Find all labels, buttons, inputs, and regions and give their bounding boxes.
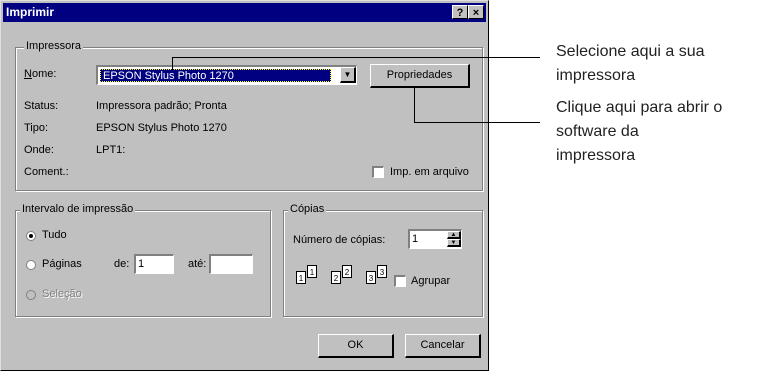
callout-text: impressora [556, 67, 636, 84]
callout-select-printer: Selecione aqui a sua impressora [556, 40, 705, 88]
copies-legend: Cópias [288, 203, 327, 215]
comment-label: Coment.: [24, 166, 69, 178]
printer-name-value: EPSON Stylus Photo 1270 [100, 69, 331, 82]
title-bar: Imprimir ? × [3, 3, 486, 22]
cancel-button[interactable]: Cancelar [405, 334, 481, 358]
radio-all-label[interactable]: Tudo [42, 229, 67, 241]
callout-text: software da [556, 123, 639, 140]
help-button[interactable]: ? [452, 5, 468, 19]
page-icon: 3 [366, 271, 376, 284]
status-label: Status: [24, 100, 59, 112]
spin-up-icon[interactable]: ▲ [447, 231, 461, 239]
printer-name-select[interactable]: EPSON Stylus Photo 1270 ▼ [96, 65, 357, 85]
callout-text: Clique aqui para abrir o [556, 99, 723, 116]
page-icon: 2 [331, 271, 341, 284]
from-input[interactable]: 1 [134, 254, 174, 274]
page-icon: 2 [342, 265, 352, 278]
callout-line [172, 57, 173, 71]
to-label: até: [188, 258, 207, 270]
callout-text: impressora [556, 147, 636, 164]
copies-number-input[interactable]: 1 ▲ ▼ [408, 229, 462, 249]
status-value: Impressora padrão; Pronta [96, 100, 227, 112]
print-dialog: Imprimir ? × Impressora Nome: EPSON Styl… [0, 0, 489, 371]
copies-number-value: 1 [412, 233, 419, 245]
radio-selection[interactable] [26, 290, 36, 300]
radio-pages-label[interactable]: Páginas [42, 258, 82, 270]
spin-down-icon[interactable]: ▼ [447, 239, 461, 247]
collate-checkbox[interactable] [394, 275, 406, 287]
print-to-file-label[interactable]: Imp. em arquivo [390, 166, 469, 178]
name-label-rest: ome: [31, 68, 57, 80]
type-label: Tipo: [24, 122, 49, 134]
dialog-title: Imprimir [6, 5, 55, 19]
chevron-down-icon[interactable]: ▼ [340, 67, 356, 83]
collate-label[interactable]: Agrupar [411, 275, 450, 287]
radio-all[interactable] [26, 231, 36, 241]
close-icon[interactable]: × [468, 5, 484, 19]
where-value: LPT1: [96, 144, 126, 156]
print-range-legend: Intervalo de impressão [20, 203, 136, 215]
callout-text: Selecione aqui a sua [556, 43, 705, 60]
printer-group-legend: Impressora [24, 40, 84, 52]
print-to-file-checkbox[interactable] [372, 166, 384, 178]
name-label: Nome: [24, 68, 57, 80]
to-input[interactable] [209, 254, 253, 274]
copies-number-label: Número de cópias: [293, 234, 386, 246]
page-icon: 1 [307, 265, 317, 278]
radio-selection-label[interactable]: Seleção [42, 288, 82, 300]
copies-group: Cópias [283, 203, 483, 317]
callout-open-software: Clique aqui para abrir o software da imp… [556, 96, 722, 168]
page-icon: 3 [377, 265, 387, 278]
type-value: EPSON Stylus Photo 1270 [96, 122, 227, 134]
radio-pages[interactable] [26, 260, 36, 270]
callout-line [414, 87, 415, 122]
callout-line [172, 57, 540, 58]
page-icon: 1 [296, 271, 306, 284]
from-label: de: [114, 258, 130, 270]
properties-button[interactable]: Propriedades [370, 64, 470, 88]
ok-button[interactable]: OK [318, 334, 394, 358]
callout-line [414, 122, 540, 123]
where-label: Onde: [24, 144, 54, 156]
